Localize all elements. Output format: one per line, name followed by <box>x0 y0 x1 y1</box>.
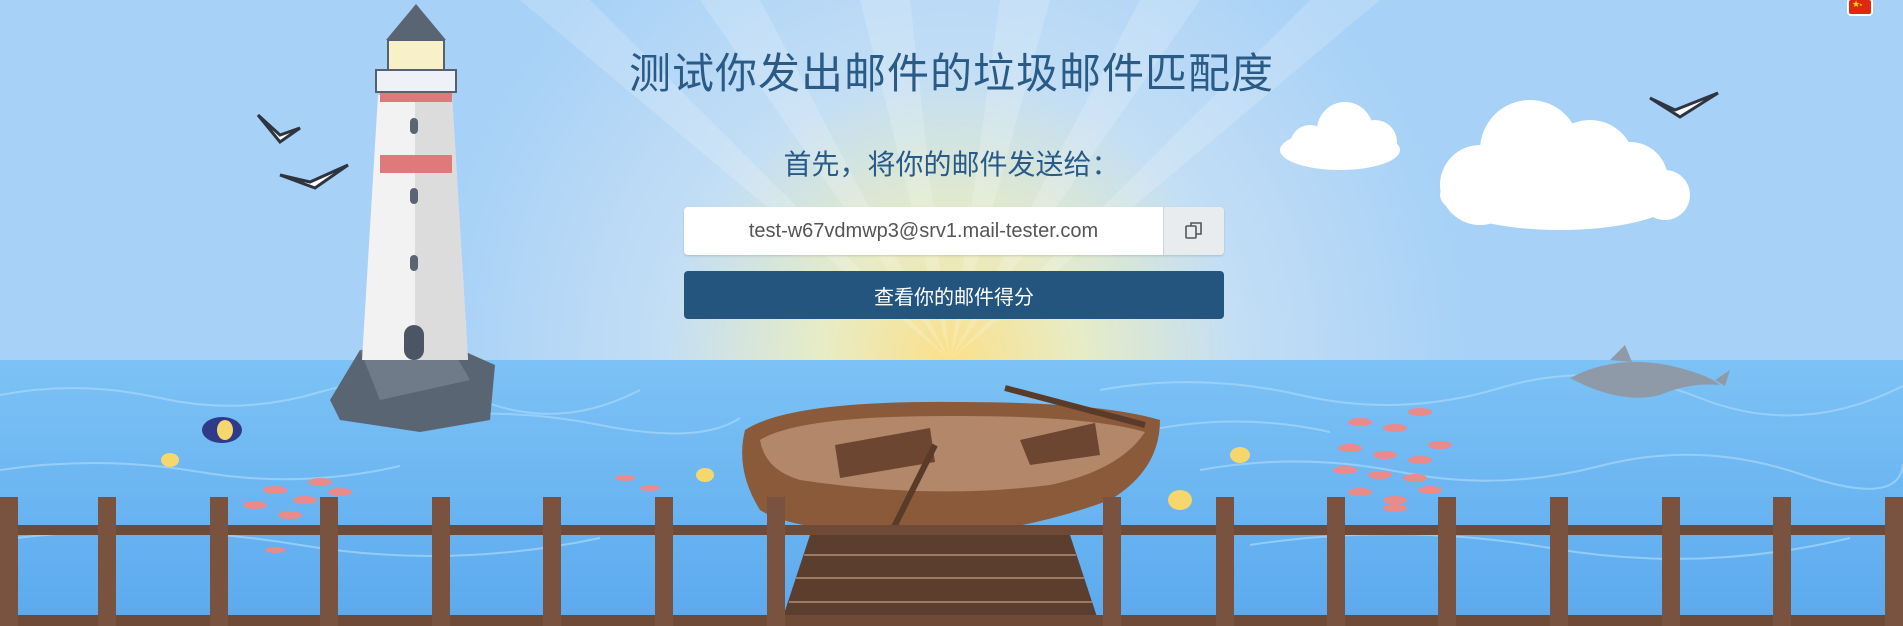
copy-email-button[interactable] <box>1163 207 1224 255</box>
page-subtitle: 首先，将你的邮件发送给： <box>783 148 1120 181</box>
main-content: 测试你发出邮件的垃圾邮件匹配度 首先，将你的邮件发送给： 查看你的邮件得分 ★★ <box>0 0 1903 626</box>
china-flag-icon[interactable]: ★ ★ <box>1849 0 1871 14</box>
copy-icon <box>1184 220 1204 243</box>
email-address-field[interactable] <box>684 207 1163 255</box>
email-address-group <box>684 207 1224 255</box>
check-score-button[interactable]: 查看你的邮件得分 <box>684 271 1224 319</box>
page-title: 测试你发出邮件的垃圾邮件匹配度 <box>628 49 1274 98</box>
